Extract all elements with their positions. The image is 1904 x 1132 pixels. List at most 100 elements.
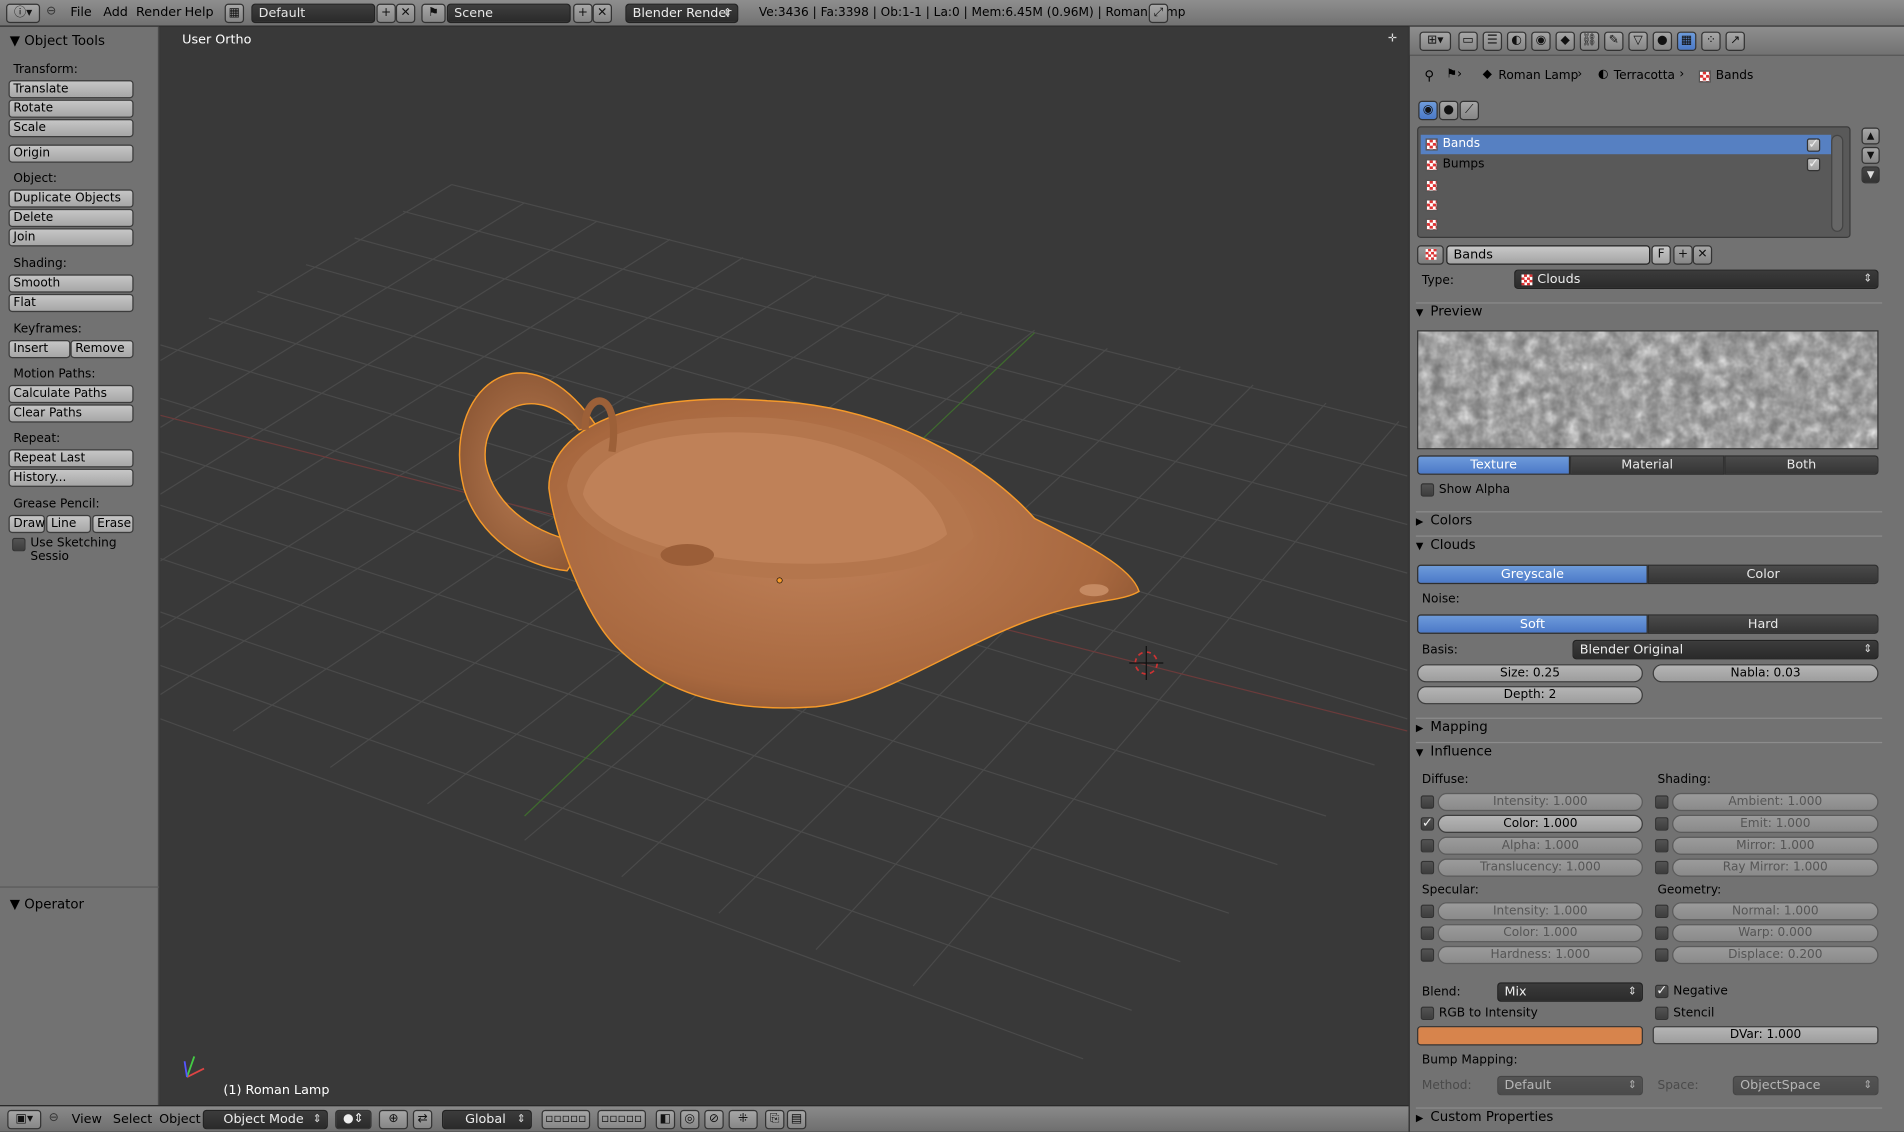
mapping-panel-header[interactable]: ▶ Mapping [1415,717,1883,740]
rgb-to-intensity-checkbox[interactable] [1420,1006,1435,1021]
lock-camera-icon[interactable]: ◧ [655,1109,676,1130]
diffuse-color-field[interactable]: Color: 1.000 [1437,814,1643,834]
add-scene-icon[interactable]: + [573,3,593,24]
menu-file[interactable]: File [70,5,91,20]
repeat-last-button[interactable]: Repeat Last [8,449,134,468]
snap-icon[interactable]: ⊘ [704,1109,724,1130]
tab-data-icon[interactable]: ▽ [1628,31,1648,52]
blend-dropdown[interactable]: Mix [1497,982,1643,1002]
ambient-field[interactable]: Ambient: 1.000 [1672,792,1879,812]
menu-add[interactable]: Add [103,5,128,20]
stencil-checkbox[interactable] [1655,1006,1669,1021]
tab-world-icon[interactable]: ◉ [1531,31,1551,52]
3d-cursor-icon[interactable] [1129,646,1164,681]
tab-texture-icon[interactable]: ▦ [1676,31,1697,52]
snap-element-icon[interactable]: ⁜ [728,1109,758,1130]
texture-slot-row[interactable]: Bands [1420,134,1832,155]
tab-object-icon[interactable]: ◆ [1555,31,1575,52]
specular-color-field[interactable]: Color: 1.000 [1437,924,1643,943]
delete-screen-icon[interactable]: ✕ [395,3,416,24]
tab-scene-icon[interactable]: ◐ [1506,31,1527,52]
menu-select[interactable]: Select [113,1112,152,1127]
breadcrumb-material[interactable]: Terracotta [1614,69,1675,82]
breadcrumb-texture[interactable]: Bands [1716,69,1754,82]
custom-properties-panel-header[interactable]: ▶ Custom Properties [1415,1107,1883,1129]
diffuse-translucency-field[interactable]: Translucency: 1.000 [1437,858,1643,877]
tab-physics-icon[interactable]: ↗ [1725,31,1745,52]
flat-button[interactable]: Flat [8,293,134,313]
texture-slot-row[interactable] [1421,176,1831,195]
proportional-edit-icon[interactable]: ◎ [680,1109,700,1130]
warp-field[interactable]: Warp: 0.000 [1672,924,1879,943]
show-alpha-checkbox[interactable] [1420,483,1435,497]
layers-row-1-icon[interactable]: ▫▫▫▫▫ [541,1109,591,1130]
tab-constraints-icon[interactable]: ⛓ [1579,31,1600,52]
texture-slot-row[interactable] [1421,215,1831,234]
menu-object[interactable]: Object [159,1112,201,1127]
roman-lamp-object[interactable] [458,372,1140,709]
material-texture-context-icon[interactable]: ● [1438,100,1459,121]
slot-list-scrollbar[interactable] [1831,134,1844,232]
specular-intensity-checkbox[interactable] [1420,904,1435,919]
emit-field[interactable]: Emit: 1.000 [1672,814,1879,834]
render-preview-icon[interactable]: ⎘ [765,1109,785,1130]
size-field[interactable]: Size: 0.25 [1417,664,1643,683]
texture-slot-list[interactable]: Bands Bumps [1417,126,1851,239]
delete-scene-icon[interactable]: ✕ [592,3,613,24]
delete-button[interactable]: Delete [8,208,134,228]
mirror-checkbox[interactable] [1655,839,1669,853]
clouds-color-tab[interactable]: Color [1647,564,1879,585]
specular-color-checkbox[interactable] [1420,926,1435,940]
preview-panel-header[interactable]: ▼ Preview [1415,302,1883,324]
editor-type-3d-icon[interactable]: ▣▾ [7,1109,42,1130]
new-texture-icon[interactable]: + [1673,245,1693,265]
mode-dropdown[interactable]: Object Mode [202,1109,328,1130]
ray-mirror-checkbox[interactable] [1655,860,1669,875]
clouds-panel-header[interactable]: ▼ Clouds [1415,535,1883,558]
influence-panel-header[interactable]: ▼ Influence [1415,741,1883,764]
diffuse-alpha-field[interactable]: Alpha: 1.000 [1437,836,1643,855]
grease-line-button[interactable]: Line [46,514,92,534]
tab-render-layers-icon[interactable]: ☰ [1482,31,1503,52]
pivot-point-icon[interactable]: ⊕ [378,1109,409,1130]
slot-enable-checkbox[interactable] [1806,136,1821,152]
operator-header[interactable]: ▼ Operator [10,896,84,912]
menu-help[interactable]: Help [185,5,214,20]
diffuse-color-checkbox[interactable] [1420,815,1435,831]
calculate-paths-button[interactable]: Calculate Paths [8,384,134,404]
duplicate-objects-button[interactable]: Duplicate Objects [8,189,134,208]
move-slot-up-icon[interactable]: ▲ [1861,127,1880,145]
displace-checkbox[interactable] [1655,948,1669,962]
origin-button[interactable]: Origin [8,144,134,163]
move-slot-down-icon[interactable]: ▼ [1861,146,1880,164]
rotate-button[interactable]: Rotate [8,99,134,118]
noise-soft-tab[interactable]: Soft [1417,614,1648,634]
noise-hard-tab[interactable]: Hard [1647,614,1879,634]
texture-browse-icon[interactable] [1417,245,1444,265]
mirror-field[interactable]: Mirror: 1.000 [1672,836,1879,855]
specular-intensity-field[interactable]: Intensity: 1.000 [1437,902,1643,921]
texture-name-field[interactable]: Bands [1446,245,1651,265]
translate-button[interactable]: Translate [8,80,134,99]
insert-keyframe-button[interactable]: Insert [8,340,71,359]
diffuse-alpha-checkbox[interactable] [1420,839,1435,853]
tab-modifiers-icon[interactable]: ✎ [1604,31,1624,52]
grease-erase-button[interactable]: Erase [92,514,134,534]
history-button[interactable]: History... [8,468,134,487]
scene-icon[interactable]: ⚑ [421,3,446,24]
displace-field[interactable]: Displace: 0.200 [1672,945,1879,965]
texture-slot-row[interactable]: Bumps [1421,155,1831,174]
dvar-field[interactable]: DVar: 1.000 [1652,1026,1879,1045]
grease-draw-button[interactable]: Draw [8,514,45,534]
menu-render[interactable]: Render [136,5,181,20]
manipulator-icon[interactable]: ⇄ [412,1109,433,1130]
sketching-checkbox[interactable] [12,537,26,552]
normal-checkbox[interactable] [1655,904,1669,919]
normal-field[interactable]: Normal: 1.000 [1672,902,1879,921]
colors-panel-header[interactable]: ▶ Colors [1415,511,1883,533]
depth-field[interactable]: Depth: 2 [1417,686,1643,705]
editor-type-properties-icon[interactable]: ⊞▾ [1419,31,1452,52]
remove-keyframe-button[interactable]: Remove [70,340,134,359]
breadcrumb-object[interactable]: Roman Lamp [1498,69,1578,82]
transform-orientation-dropdown[interactable]: Global [442,1109,532,1130]
